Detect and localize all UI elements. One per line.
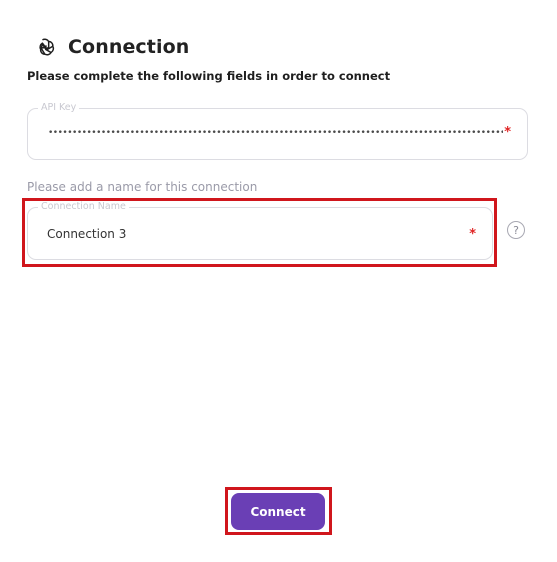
page-title: Connection: [68, 36, 190, 58]
connection-name-field[interactable]: Connection Name Connection 3 *: [27, 201, 493, 260]
api-key-field[interactable]: API Key ••••••••••••••••••••••••••••••••…: [27, 102, 528, 160]
connection-name-required-marker: *: [469, 227, 476, 242]
api-key-label: API Key: [38, 102, 80, 114]
help-icon[interactable]: ?: [507, 221, 525, 239]
header: Connection: [32, 34, 189, 60]
connection-name-label: Connection Name: [38, 201, 129, 213]
connection-name-hint: Please add a name for this connection: [27, 180, 258, 194]
form-instructions: Please complete the following fields in …: [27, 69, 391, 83]
api-key-masked-value[interactable]: ••••••••••••••••••••••••••••••••••••••••…: [48, 127, 503, 139]
connection-name-input[interactable]: Connection 3: [47, 227, 126, 241]
connection-form-page: Connection Please complete the following…: [0, 0, 557, 562]
openai-logo-icon: [32, 34, 58, 60]
help-icon-glyph: ?: [513, 223, 519, 237]
api-key-required-marker: *: [504, 125, 511, 140]
connect-button[interactable]: Connect: [231, 493, 325, 530]
